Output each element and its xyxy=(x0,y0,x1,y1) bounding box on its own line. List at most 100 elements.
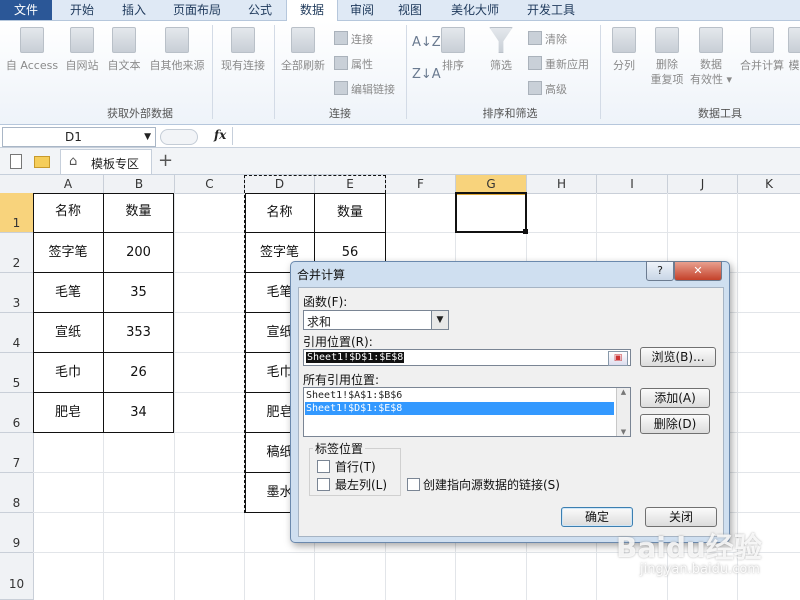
connections-button[interactable]: 连接 xyxy=(334,31,373,47)
collapse-dialog-icon[interactable]: ▣ xyxy=(608,351,628,366)
first-row-checkbox[interactable] xyxy=(317,460,330,473)
list-item[interactable]: Sheet1!$A$1:$B$6 xyxy=(306,389,611,402)
column-header[interactable]: F xyxy=(386,175,456,194)
from-text-button[interactable]: 自文本 xyxy=(104,27,144,73)
scroll-down-icon[interactable]: ▼ xyxy=(617,428,630,436)
sort-za-icon[interactable]: Z↓A xyxy=(412,67,441,82)
web-icon xyxy=(70,27,94,53)
name-box[interactable]: D1 ▼ xyxy=(2,127,156,147)
new-file-icon[interactable] xyxy=(10,154,22,169)
create-links-checkbox[interactable] xyxy=(407,478,420,491)
row-header[interactable]: 5 xyxy=(0,353,34,393)
gridline xyxy=(174,193,175,600)
tab-data[interactable]: 数据 xyxy=(286,0,338,23)
refresh-all-button[interactable]: 全部刷新 xyxy=(278,27,328,73)
row-header[interactable]: 9 xyxy=(0,513,34,553)
consolidate-button[interactable]: 合并计算 xyxy=(736,27,788,73)
row-header[interactable]: 8 xyxy=(0,473,34,513)
list-item[interactable]: Sheet1!$D$1:$E$8 xyxy=(305,402,614,415)
from-access-button[interactable]: 自 Access xyxy=(4,27,60,73)
column-header[interactable]: A xyxy=(33,175,104,194)
column-header[interactable]: I xyxy=(597,175,668,194)
group-separator xyxy=(406,25,407,119)
table-cell[interactable]: 毛巾 xyxy=(33,353,104,393)
column-header[interactable]: K xyxy=(738,175,800,194)
table-cell[interactable]: 肥皂 xyxy=(33,393,104,433)
close-button[interactable]: 关闭 xyxy=(645,507,717,527)
table-cell[interactable]: 353 xyxy=(104,313,174,353)
advanced-button[interactable]: 高级 xyxy=(528,81,567,97)
function-select[interactable]: 求和 ▼ xyxy=(303,310,449,330)
help-button[interactable]: ? xyxy=(646,261,674,281)
workbook-tab[interactable]: ⌂ 模板专区 xyxy=(60,149,152,174)
add-tab-icon[interactable]: + xyxy=(158,150,173,171)
remove-duplicates-button[interactable]: 删除 重复项 xyxy=(646,27,688,87)
select-all-corner[interactable] xyxy=(0,175,34,194)
scroll-up-icon[interactable]: ▲ xyxy=(617,388,630,396)
properties-icon xyxy=(334,56,348,70)
row-header[interactable]: 10 xyxy=(0,553,34,600)
column-header[interactable]: J xyxy=(668,175,738,194)
delete-button[interactable]: 删除(D) xyxy=(640,414,710,434)
table-cell[interactable]: 34 xyxy=(104,393,174,433)
table-cell[interactable]: 35 xyxy=(104,273,174,313)
reference-input[interactable]: Sheet1!$D$1:$E$8 ▣ xyxy=(303,349,631,366)
properties-button[interactable]: 属性 xyxy=(334,56,373,72)
column-header[interactable]: B xyxy=(104,175,175,194)
tab-page-layout[interactable]: 页面布局 xyxy=(162,0,232,20)
fill-handle[interactable] xyxy=(523,229,528,234)
column-header[interactable]: H xyxy=(527,175,597,194)
tab-insert[interactable]: 插入 xyxy=(110,0,158,20)
table-cell[interactable]: 200 xyxy=(104,233,174,273)
dropdown-arrow-icon[interactable]: ▼ xyxy=(144,128,151,146)
sort-button[interactable]: 排序 xyxy=(438,27,468,73)
fx-icon[interactable]: fx xyxy=(214,128,226,142)
row-header[interactable]: 6 xyxy=(0,393,34,433)
watermark-url: jingyan.baidu.com xyxy=(640,562,760,577)
tab-developer[interactable]: 开发工具 xyxy=(516,0,586,20)
chevron-down-icon[interactable]: ▼ xyxy=(431,311,448,329)
existing-connections-button[interactable]: 现有连接 xyxy=(216,27,270,73)
from-other-sources-button[interactable]: 自其他来源 xyxy=(146,27,208,73)
folder-icon[interactable] xyxy=(34,156,50,168)
table-cell[interactable]: 26 xyxy=(104,353,174,393)
tab-home[interactable]: 开始 xyxy=(58,0,106,20)
left-column-checkbox[interactable] xyxy=(317,478,330,491)
table-cell[interactable]: 名称 xyxy=(33,193,104,233)
row-header[interactable]: 1 xyxy=(0,193,34,233)
close-icon[interactable]: ✕ xyxy=(674,261,722,281)
active-cell[interactable] xyxy=(455,192,527,233)
formula-bar-splitter[interactable] xyxy=(160,129,198,145)
text-to-columns-button[interactable]: 分列 xyxy=(604,27,644,73)
all-references-list[interactable]: Sheet1!$A$1:$B$6 Sheet1!$D$1:$E$8 ▲ ▼ xyxy=(303,387,631,437)
table-cell[interactable]: 毛笔 xyxy=(33,273,104,313)
tab-formulas[interactable]: 公式 xyxy=(236,0,284,20)
row-header[interactable]: 2 xyxy=(0,233,34,273)
group-separator xyxy=(274,25,275,119)
function-label: 函数(F): xyxy=(303,295,348,309)
tab-review[interactable]: 审阅 xyxy=(340,0,384,20)
table-cell[interactable]: 宣纸 xyxy=(33,313,104,353)
tab-file[interactable]: 文件 xyxy=(0,0,52,20)
tab-view[interactable]: 视图 xyxy=(388,0,432,20)
data-validation-button[interactable]: 数据 有效性 ▾ xyxy=(688,27,734,87)
column-header[interactable]: C xyxy=(175,175,245,194)
browse-button[interactable]: 浏览(B)... xyxy=(640,347,716,367)
sort-az-icon[interactable]: A↓Z xyxy=(412,35,441,50)
from-web-button[interactable]: 自网站 xyxy=(62,27,102,73)
scrollbar[interactable]: ▲ ▼ xyxy=(616,388,630,436)
reapply-button[interactable]: 重新应用 xyxy=(528,56,589,72)
table-cell[interactable]: 签字笔 xyxy=(33,233,104,273)
formula-input[interactable] xyxy=(232,127,799,145)
clear-button[interactable]: 清除 xyxy=(528,31,567,47)
tab-beautify[interactable]: 美化大师 xyxy=(440,0,510,20)
row-header[interactable]: 3 xyxy=(0,273,34,313)
what-if-button[interactable]: 模 xyxy=(788,27,800,73)
edit-links-button[interactable]: 编辑链接 xyxy=(334,81,395,97)
filter-button[interactable]: 筛选 xyxy=(484,27,518,73)
row-header[interactable]: 7 xyxy=(0,433,34,473)
ok-button[interactable]: 确定 xyxy=(561,507,633,527)
row-header[interactable]: 4 xyxy=(0,313,34,353)
table-cell[interactable]: 数量 xyxy=(104,193,174,233)
add-button[interactable]: 添加(A) xyxy=(640,388,710,408)
